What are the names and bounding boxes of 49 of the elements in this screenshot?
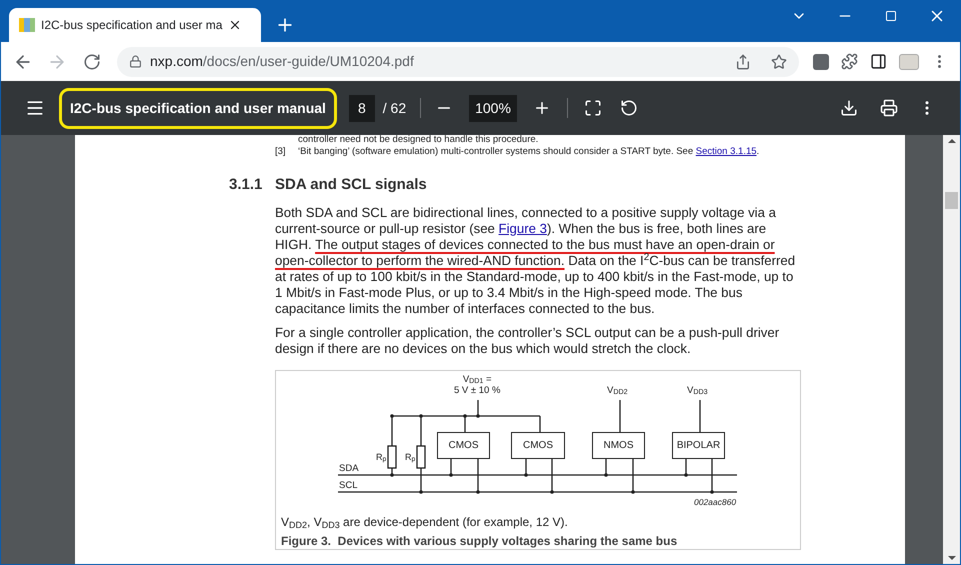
supply-label: V$_{DD2}$ [607, 384, 628, 398]
page-number-field[interactable]: 8 [348, 94, 375, 122]
resistor-label: R$_{p}$ [405, 450, 416, 464]
device-block: CMOS [511, 432, 565, 458]
lock-icon [129, 55, 142, 68]
browser-tab[interactable]: I2C-bus specification and user ma [9, 8, 261, 42]
star-icon[interactable] [771, 54, 787, 70]
body-paragraph: For a single controller application, the controller’s SCL output can be a push-pull driver design if there are no devices on the bus which would stretch the clock. [275, 324, 780, 356]
figure-code: 002aac860 [694, 496, 736, 508]
footnote-mark: [3] [275, 146, 286, 158]
address-bar[interactable]: nxp.com/docs/en/user-guide/UM10204.pdf [117, 46, 799, 76]
supply-label: V$_{DD1}$ = [462, 374, 492, 384]
page-count: / 62 [382, 98, 406, 118]
figure-link[interactable]: Figure 3 [498, 220, 547, 236]
footnote-text: controller need not be designed to handle this procedure. [298, 135, 538, 146]
section-link[interactable]: Section 3.1.15 [696, 146, 757, 157]
section-heading: SDA and SCL signals [275, 175, 427, 195]
section-number: 3.1.1 [229, 175, 262, 195]
fit-page-icon[interactable] [584, 99, 602, 117]
body-paragraph: Both SDA and SCL are bidirectional lines, connected to a positive supply voltage via a current-source or pull-up resistor (see Figure 3). When the bus is free, both lines are HIGH. The output stages of devices connected to the bus must have an open-drain or open-collector to perform the wired-AND function. Data on the I$^{2}$C-bus can be transferred at rates of up to 100 kbit/s in the Standard-mode, up to 400 kbit/s in the Fast-mode, up to 1 Mbit/s in Fast-mode Plus, or up to 3.4 Mbit/s in the High-speed mode. The bus capacitance limits the number of interfaces connected to the bus. [275, 204, 796, 316]
extensions-icon[interactable] [841, 53, 858, 70]
scroll-thumb[interactable] [945, 192, 958, 209]
print-icon[interactable] [880, 99, 898, 117]
scrollbar[interactable] [943, 135, 960, 564]
device-block: BIPOLAR [672, 432, 725, 458]
device-block: CMOS [437, 432, 490, 458]
url-text: nxp.com/docs/en/user-guide/UM10204.pdf [150, 52, 415, 71]
resistor-label: R$_{p}$ [376, 450, 386, 464]
supply-label: 5 V ± 10 % [454, 384, 500, 396]
rotate-icon[interactable] [620, 99, 638, 117]
bus-line-label: SDA [339, 462, 359, 476]
supply-label: V$_{DD3}$ [687, 384, 708, 398]
document-title: I2C-bus specification and user manual [59, 88, 337, 128]
document-favicon-icon [19, 17, 35, 33]
share-icon[interactable] [735, 54, 751, 70]
scroll-down-icon[interactable] [948, 556, 956, 560]
footnote-text: ‘Bit banging’ (software emulation) multi-controller systems should consider a START byte. See Section 3.1.15. [298, 146, 760, 158]
tab-title: I2C-bus specification and user ma [41, 17, 222, 34]
device-block: NMOS [592, 432, 645, 458]
figure-note: V$_{DD2}$, V$_{DD3}$ are device-dependent (for example, 12 V). [281, 514, 568, 530]
extension-icon[interactable] [813, 54, 829, 70]
maximize-icon[interactable] [885, 10, 897, 22]
download-icon[interactable] [840, 99, 858, 117]
scroll-up-icon[interactable] [948, 139, 956, 143]
bus-line-label: SCL [339, 478, 358, 492]
reload-icon[interactable] [83, 52, 101, 70]
zoom-field[interactable]: 100% [469, 94, 517, 122]
side-panel-icon[interactable] [870, 53, 887, 70]
figure-caption: Figure 3. Devices with various supply voltages sharing the same bus [281, 532, 678, 550]
